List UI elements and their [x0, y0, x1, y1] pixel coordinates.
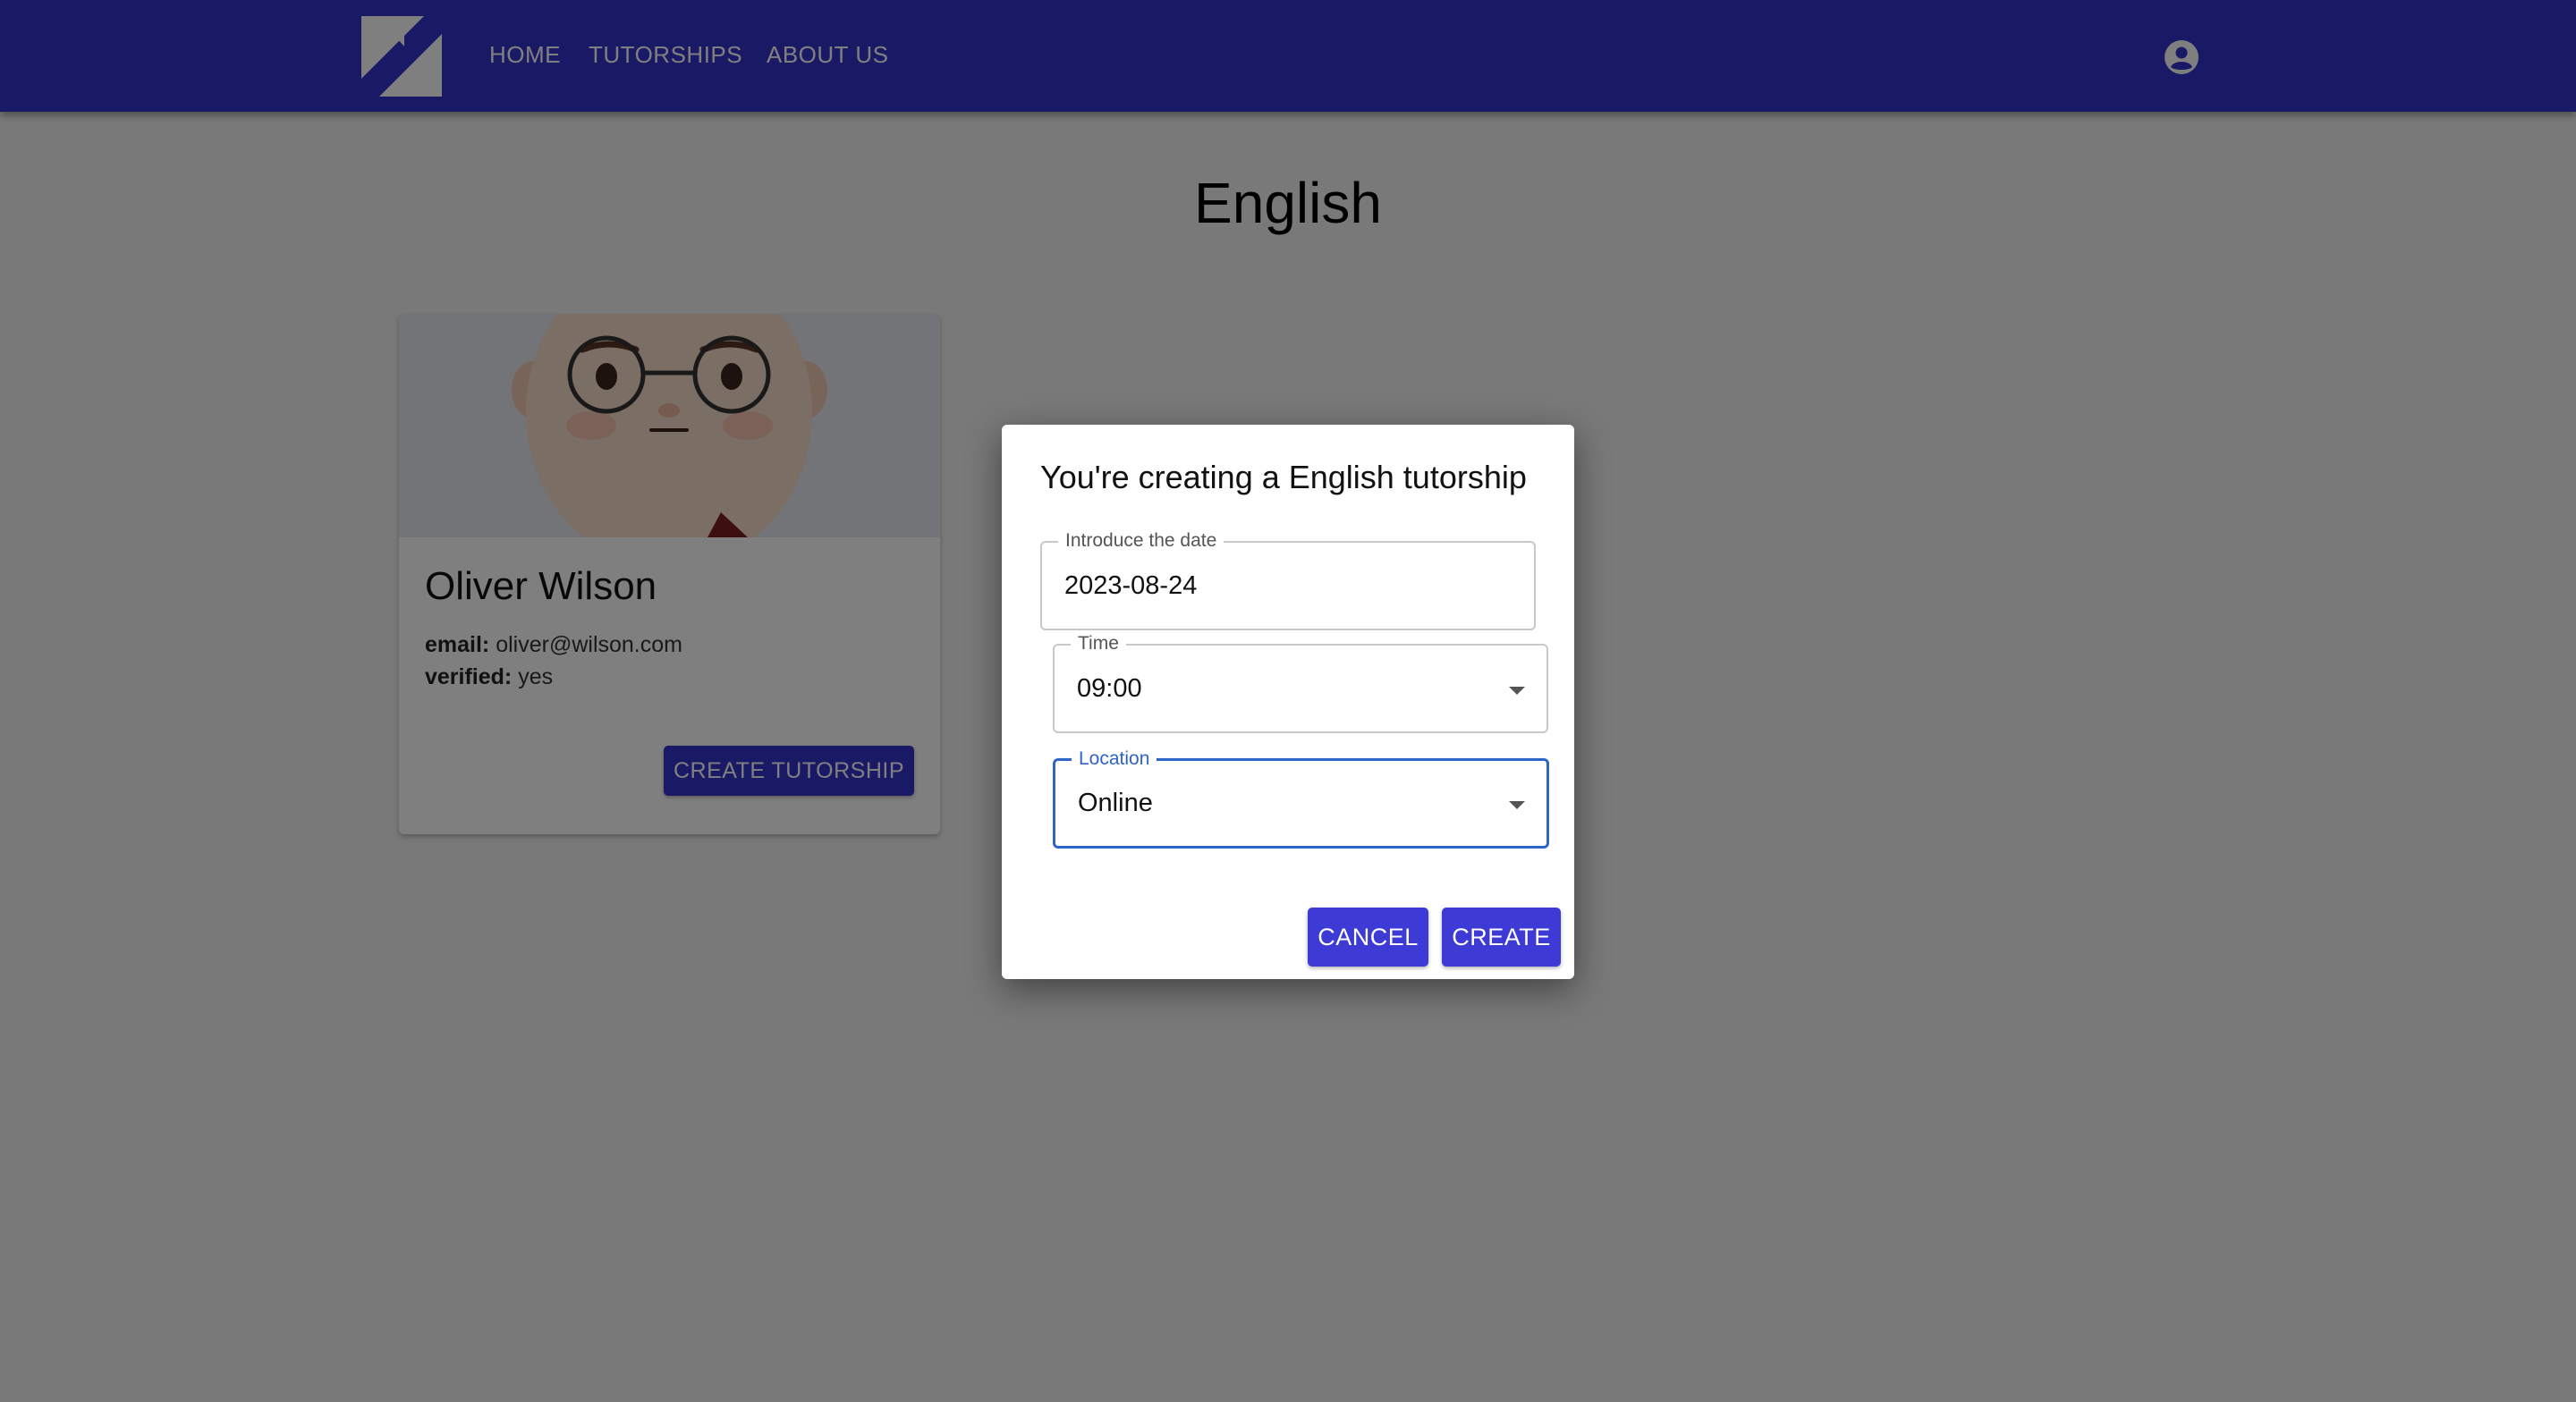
chevron-down-icon[interactable]	[1509, 687, 1525, 695]
dialog-title: You're creating a English tutorship	[1040, 459, 1527, 495]
date-field[interactable]: Introduce the date 2023-08-24	[1040, 530, 1536, 630]
location-field-label: Location	[1072, 748, 1157, 770]
date-field-label: Introduce the date	[1058, 530, 1224, 552]
chevron-down-icon[interactable]	[1509, 801, 1525, 809]
time-field-label: Time	[1071, 633, 1126, 655]
time-value: 09:00	[1077, 674, 1142, 703]
location-select[interactable]: Location Online	[1053, 748, 1549, 849]
cancel-button[interactable]: CANCEL	[1308, 908, 1428, 967]
date-input[interactable]: 2023-08-24	[1064, 571, 1197, 601]
create-tutorship-dialog: You're creating a English tutorship Intr…	[1002, 425, 1574, 979]
location-value: Online	[1078, 789, 1153, 817]
time-select[interactable]: Time 09:00	[1053, 633, 1548, 733]
create-button[interactable]: CREATE	[1442, 908, 1561, 967]
